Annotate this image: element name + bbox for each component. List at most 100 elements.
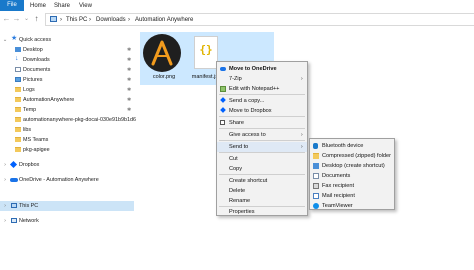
sendto-teamviewer[interactable]: TeamViewer xyxy=(310,201,394,211)
menu-7zip[interactable]: 7-Zip › xyxy=(217,74,307,84)
menu-edit-with-notepad[interactable]: Edit with Notepad++ xyxy=(217,84,307,94)
nav-ms-teams[interactable]: MS Teams xyxy=(0,135,134,145)
menu-send-to[interactable]: Send to › xyxy=(217,142,307,152)
breadcrumb-downloads[interactable]: Downloads xyxy=(96,16,126,24)
breadcrumb-this-pc[interactable]: This PC xyxy=(66,16,87,24)
menu-separator xyxy=(219,128,305,129)
nav-pictures[interactable]: Pictures ✱ xyxy=(0,75,134,85)
nav-onedrive[interactable]: › OneDrive - Automation Anywhere xyxy=(0,175,134,185)
address-row: ← → ⌄ ↑ › This PC › Downloads › Automati… xyxy=(0,12,474,27)
fax-icon xyxy=(313,183,319,189)
nav-label: Temp xyxy=(23,107,37,113)
nav-label: Documents xyxy=(23,67,51,73)
context-menu: Move to OneDrive 7-Zip › Edit with Notep… xyxy=(216,61,308,216)
bluetooth-icon xyxy=(313,143,318,149)
nav-documents[interactable]: Documents ✱ xyxy=(0,65,134,75)
nav-automationanywhere[interactable]: AutomationAnywhere ✱ xyxy=(0,95,134,105)
nav-desktop[interactable]: Desktop ✱ xyxy=(0,45,134,55)
tab-share[interactable]: Share xyxy=(54,1,70,11)
menu-separator xyxy=(219,116,305,117)
json-file-icon: {} xyxy=(194,36,218,69)
menu-properties[interactable]: Properties xyxy=(217,207,307,217)
chevron-down-icon[interactable]: ⌄ xyxy=(2,36,8,44)
file-tile-color-png[interactable]: color.png xyxy=(140,32,188,85)
nav-network[interactable]: › Network xyxy=(0,216,134,226)
folder-icon xyxy=(15,147,21,152)
nav-label: Pictures xyxy=(23,77,43,83)
breadcrumb-automation-anywhere[interactable]: Automation Anywhere xyxy=(135,16,193,24)
tab-view[interactable]: View xyxy=(79,1,92,11)
menu-give-access-to[interactable]: Give access to › xyxy=(217,130,307,140)
forward-button[interactable]: → xyxy=(12,14,21,24)
nav-automationanywhere-pkg-docai[interactable]: automationanywhere-pkg-docai-030e91b9b1d… xyxy=(0,115,136,125)
nav-pkg-apigee[interactable]: pkg-apigee xyxy=(0,145,134,155)
menu-move-to-dropbox[interactable]: Move to Dropbox xyxy=(217,106,307,116)
menu-label: Edit with Notepad++ xyxy=(229,86,280,92)
automation-anywhere-logo-icon xyxy=(143,34,181,72)
nav-dropbox[interactable]: › Dropbox xyxy=(0,160,134,170)
menu-label: Delete xyxy=(229,188,246,194)
folder-icon xyxy=(15,137,21,142)
menu-separator xyxy=(219,174,305,175)
menu-label: Send to xyxy=(229,144,249,150)
menu-copy[interactable]: Copy xyxy=(217,164,307,174)
breadcrumb-separator: › xyxy=(60,17,62,23)
sendto-compressed-folder[interactable]: Compressed (zipped) folder xyxy=(310,151,394,161)
menu-create-shortcut[interactable]: Create shortcut xyxy=(217,176,307,186)
menu-separator xyxy=(219,152,305,153)
menu-label: Copy xyxy=(229,166,243,172)
menu-separator xyxy=(219,140,305,141)
dropbox-icon xyxy=(9,160,18,169)
nav-label: Network xyxy=(19,218,39,224)
nav-downloads[interactable]: ↓ Downloads ✱ xyxy=(0,55,134,65)
submenu-arrow-icon: › xyxy=(301,132,303,138)
nav-temp[interactable]: Temp ✱ xyxy=(0,105,134,115)
nav-libs[interactable]: libs xyxy=(0,125,134,135)
menu-rename[interactable]: Rename xyxy=(217,196,307,206)
tab-home[interactable]: Home xyxy=(30,1,46,11)
menu-label: Give access to xyxy=(229,132,266,138)
menu-label: Bluetooth device xyxy=(322,143,364,149)
sendto-documents[interactable]: Documents xyxy=(310,171,394,181)
nav-label: OneDrive - Automation Anywhere xyxy=(19,177,99,183)
documents-icon xyxy=(313,173,319,179)
recent-locations-button[interactable]: ⌄ xyxy=(22,14,31,24)
nav-logs[interactable]: Logs ✱ xyxy=(0,85,134,95)
back-button[interactable]: ← xyxy=(2,14,11,24)
menu-send-a-copy[interactable]: Send a copy... xyxy=(217,96,307,106)
menu-move-to-onedrive[interactable]: Move to OneDrive xyxy=(217,64,307,74)
downloads-folder-icon: ↓ xyxy=(15,55,19,62)
sendto-desktop-shortcut[interactable]: Desktop (create shortcut) xyxy=(310,161,394,171)
menu-label: Create shortcut xyxy=(229,178,268,184)
chevron-right-icon[interactable]: › xyxy=(2,161,8,169)
star-icon: ★ xyxy=(11,35,18,42)
sendto-bluetooth-device[interactable]: Bluetooth device xyxy=(310,141,394,151)
sendto-mail-recipient[interactable]: Mail recipient xyxy=(310,191,394,201)
nav-label: libs xyxy=(23,127,32,133)
sendto-fax-recipient[interactable]: Fax recipient xyxy=(310,181,394,191)
tab-file[interactable]: File xyxy=(0,0,24,11)
nav-quick-access[interactable]: ⌄ ★ Quick access xyxy=(0,35,134,45)
pin-icon: ✱ xyxy=(127,47,132,53)
pin-icon: ✱ xyxy=(127,87,132,93)
up-button[interactable]: ↑ xyxy=(32,14,41,24)
menu-label: TeamViewer xyxy=(322,203,353,209)
submenu-arrow-icon: › xyxy=(301,76,303,82)
chevron-right-icon[interactable]: › xyxy=(2,202,8,210)
menu-delete[interactable]: Delete xyxy=(217,186,307,196)
chevron-right-icon[interactable]: › xyxy=(2,176,8,184)
dropbox-icon xyxy=(220,107,226,113)
pictures-folder-icon xyxy=(15,77,21,82)
this-pc-icon xyxy=(50,16,57,22)
pin-icon: ✱ xyxy=(127,77,132,83)
address-bar[interactable]: › This PC › Downloads › Automation Anywh… xyxy=(45,13,474,26)
chevron-right-icon[interactable]: › xyxy=(2,217,8,225)
desktop-folder-icon xyxy=(15,47,21,52)
folder-icon xyxy=(15,127,21,132)
documents-folder-icon xyxy=(15,67,21,72)
menu-share[interactable]: Share xyxy=(217,118,307,128)
menu-cut[interactable]: Cut xyxy=(217,154,307,164)
zip-folder-icon xyxy=(313,153,319,159)
share-icon xyxy=(220,120,225,125)
nav-this-pc[interactable]: › This PC xyxy=(0,201,134,211)
